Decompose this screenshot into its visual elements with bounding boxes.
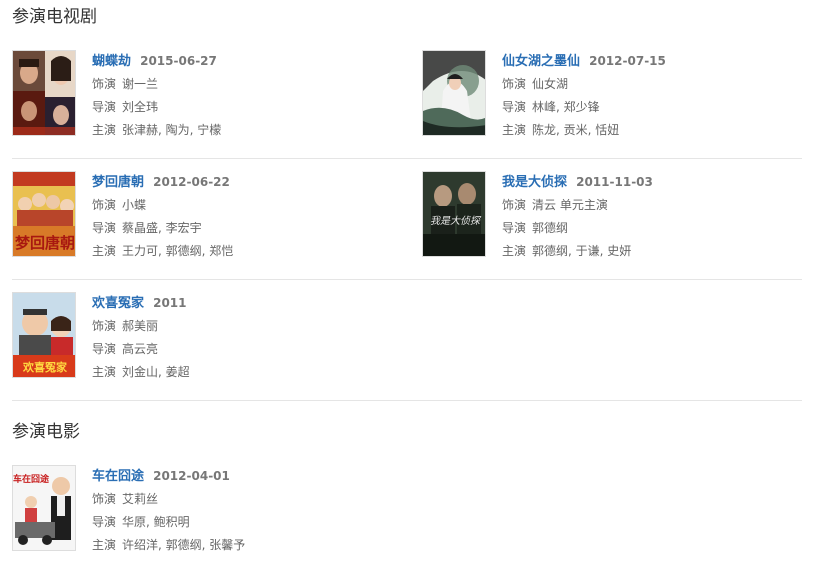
cast-value: 陈龙, 贡米, 恬妞 <box>532 123 620 137</box>
cast-value: 张津赫, 陶为, 宁檬 <box>122 123 222 137</box>
show-title-link[interactable]: 梦回唐朝 <box>92 175 144 190</box>
film-date: 2012-04-01 <box>153 469 230 483</box>
director-label: 导演 <box>502 221 527 235</box>
cast-value: 王力可, 郭德纲, 郑恺 <box>122 244 234 258</box>
show-date: 2011 <box>153 296 187 310</box>
tv-show-card: 梦回唐朝 梦回唐朝 2012-06-22 饰演 小蝶 导演 蔡晶盛, 李宏宇 主演王… <box>12 171 402 263</box>
show-title-link[interactable]: 我是大侦探 <box>502 175 567 190</box>
cast-value: 刘金山, 姜超 <box>122 365 190 379</box>
divider <box>12 158 802 159</box>
director-value: 蔡晶盛, 李宏宇 <box>122 221 202 235</box>
role-label: 饰演 <box>92 77 117 91</box>
tv-show-card: 欢喜冤家 欢喜冤家 2011 饰演 郝美丽 导演 高云亮 主演 刘金山, 姜超 <box>12 292 402 384</box>
role-label: 饰演 <box>92 319 117 333</box>
role-value: 谢一兰 <box>122 77 159 91</box>
director-label: 导演 <box>502 100 527 114</box>
role-value: 郝美丽 <box>122 319 159 333</box>
role-value: 仙女湖 <box>532 77 569 91</box>
role-label: 饰演 <box>502 198 527 212</box>
director-value: 林峰, 郑少锋 <box>532 100 600 114</box>
role-value: 小蝶 <box>122 198 147 212</box>
poster-image[interactable] <box>422 50 486 136</box>
director-row: 导演 林峰, 郑少锋 <box>502 96 666 119</box>
role-row: 饰演 清云 单元主演 <box>502 194 653 217</box>
cast-row: 主演 郭德纲, 于谦, 史妍 <box>502 240 653 263</box>
director-value: 刘全玮 <box>122 100 159 114</box>
director-label: 导演 <box>92 342 117 356</box>
divider <box>12 400 802 401</box>
cast-label: 主演 <box>92 244 117 258</box>
role-row: 饰演 仙女湖 <box>502 73 666 96</box>
show-date: 2012-06-22 <box>153 175 230 189</box>
film-title-link[interactable]: 车在囧途 <box>92 469 144 484</box>
show-date: 2012-07-15 <box>589 54 666 68</box>
cast-label: 主演 <box>92 123 117 137</box>
tv-show-card: 仙女湖之墨仙 2012-07-15 饰演 仙女湖 导演 林峰, 郑少锋 主演 陈龙, … <box>422 50 812 142</box>
role-label: 饰演 <box>502 77 527 91</box>
director-row: 导演 刘全玮 <box>92 96 221 119</box>
poster-title-text: 我是大侦探 <box>430 215 482 227</box>
cast-label: 主演 <box>92 365 117 379</box>
cast-label: 主演 <box>502 244 527 258</box>
role-label: 饰演 <box>92 492 117 506</box>
role-row: 饰演 郝美丽 <box>92 315 190 338</box>
cast-value: 许绍洋, 郭德纲, 张馨予 <box>122 538 246 552</box>
tv-show-card: 我是大侦探 我是大侦探 2011-11-03 饰演 清云 单元主演 导演 郭德纲 主… <box>422 171 812 263</box>
film-card: 车在囧途 车在囧途 2012-04-01 饰演 艾莉丝 导演 华原, 鲍积明 主演许… <box>12 465 402 557</box>
filmography-page: 参演电视剧 蝴蝶劫 2015-06-27 饰演 谢一兰 导演 刘全玮 主演 张津… <box>0 0 819 567</box>
director-value: 郭德纲 <box>532 221 569 235</box>
tv-show-card: 蝴蝶劫 2015-06-27 饰演 谢一兰 导演 刘全玮 主演 张津赫, 陶为, 宁檬 <box>12 50 402 142</box>
show-title-link[interactable]: 仙女湖之墨仙 <box>502 54 580 69</box>
cast-row: 主演 刘金山, 姜超 <box>92 361 190 384</box>
director-value: 高云亮 <box>122 342 159 356</box>
director-label: 导演 <box>92 221 117 235</box>
poster-title-text: 梦回唐朝 <box>15 234 75 252</box>
cast-row: 主演 王力可, 郭德纲, 郑恺 <box>92 240 233 263</box>
role-row: 饰演 艾莉丝 <box>92 488 245 511</box>
director-value: 华原, 鲍积明 <box>122 515 190 529</box>
cast-row: 主演 许绍洋, 郭德纲, 张馨予 <box>92 534 245 557</box>
poster-image[interactable]: 车在囧途 <box>12 465 76 551</box>
section-title-tv: 参演电视剧 <box>12 7 97 27</box>
role-row: 饰演 小蝶 <box>92 194 233 217</box>
divider <box>12 279 802 280</box>
role-value: 艾莉丝 <box>122 492 159 506</box>
director-row: 导演 郭德纲 <box>502 217 653 240</box>
poster-image[interactable]: 梦回唐朝 <box>12 171 76 257</box>
show-title-link[interactable]: 蝴蝶劫 <box>92 54 131 69</box>
director-row: 导演 华原, 鲍积明 <box>92 511 245 534</box>
poster-image[interactable]: 欢喜冤家 <box>12 292 76 378</box>
role-label: 饰演 <box>92 198 117 212</box>
director-row: 导演 蔡晶盛, 李宏宇 <box>92 217 233 240</box>
poster-title-text: 车在囧途 <box>13 473 50 485</box>
director-label: 导演 <box>92 515 117 529</box>
cast-label: 主演 <box>502 123 527 137</box>
cast-value: 郭德纲, 于谦, 史妍 <box>532 244 632 258</box>
cast-label: 主演 <box>92 538 117 552</box>
director-label: 导演 <box>92 100 117 114</box>
show-title-link[interactable]: 欢喜冤家 <box>92 296 144 311</box>
show-date: 2011-11-03 <box>576 175 653 189</box>
section-title-film: 参演电影 <box>12 422 80 442</box>
poster-image[interactable]: 我是大侦探 <box>422 171 486 257</box>
role-row: 饰演 谢一兰 <box>92 73 221 96</box>
director-row: 导演 高云亮 <box>92 338 190 361</box>
role-value: 清云 单元主演 <box>532 198 608 212</box>
cast-row: 主演 张津赫, 陶为, 宁檬 <box>92 119 221 142</box>
poster-title-text: 欢喜冤家 <box>22 360 68 374</box>
poster-image[interactable] <box>12 50 76 136</box>
cast-row: 主演 陈龙, 贡米, 恬妞 <box>502 119 666 142</box>
show-date: 2015-06-27 <box>140 54 217 68</box>
